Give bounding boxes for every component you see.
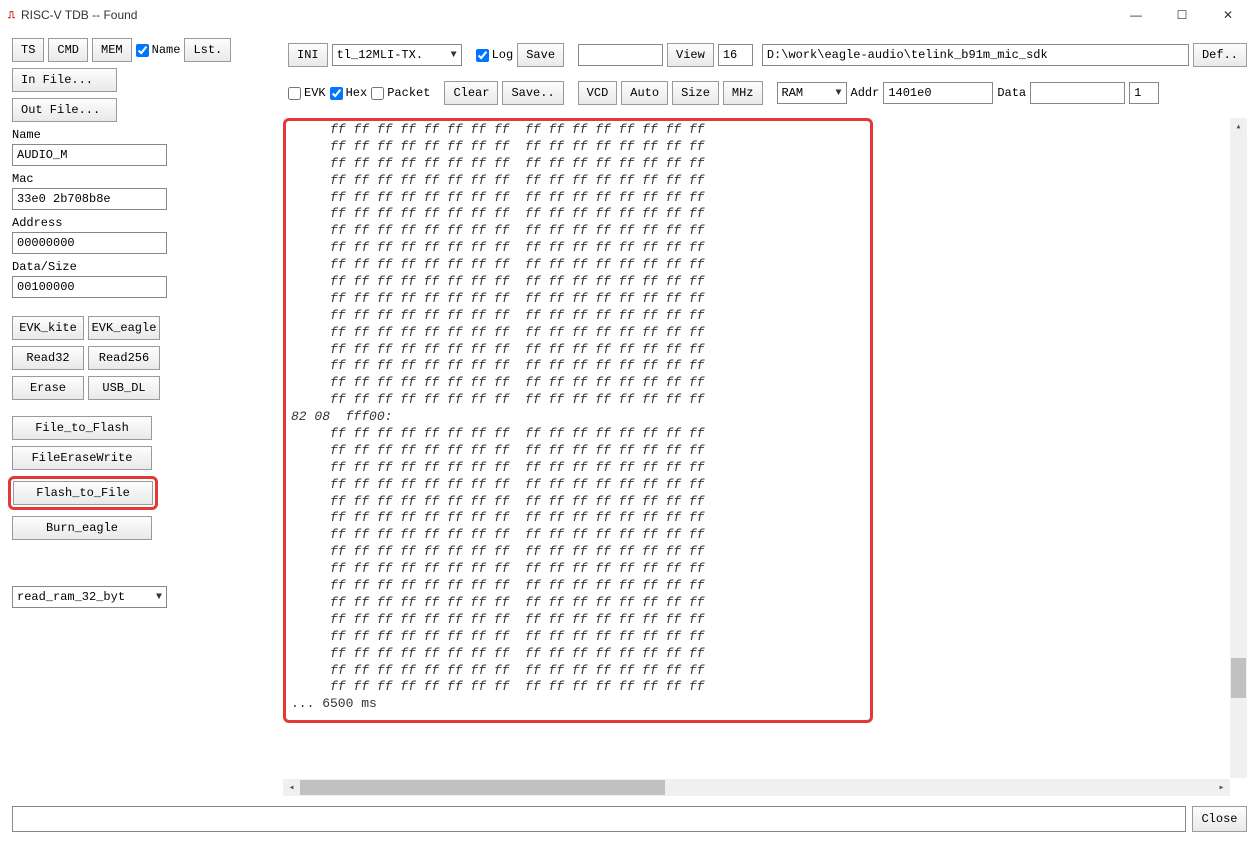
tl-select[interactable]: tl_12MLI-TX. ▼: [332, 44, 462, 66]
size-button[interactable]: Size: [672, 81, 719, 105]
evk-kite-button[interactable]: EVK_kite: [12, 316, 84, 340]
read32-button[interactable]: Read32: [12, 346, 84, 370]
save2-button[interactable]: Save..: [502, 81, 563, 105]
data-size-label: Data/Size: [12, 260, 277, 274]
data-label: Data: [997, 86, 1026, 100]
in-file-button[interactable]: In File...: [12, 68, 117, 92]
scroll-up-icon[interactable]: [1230, 118, 1247, 135]
hex-content: ff ff ff ff ff ff ff ff ff ff ff ff ff f…: [283, 118, 1247, 717]
packet-checkbox[interactable]: Packet: [371, 86, 430, 100]
close-button[interactable]: Close: [1192, 806, 1247, 832]
one-input[interactable]: [1129, 82, 1159, 104]
main-area: INI tl_12MLI-TX. ▼ Log Save View Def..: [283, 38, 1247, 796]
chevron-down-icon: ▼: [156, 592, 162, 603]
erase-button[interactable]: Erase: [12, 376, 84, 400]
burn-eagle-button[interactable]: Burn_eagle: [12, 516, 152, 540]
evk-eagle-button[interactable]: EVK_eagle: [88, 316, 160, 340]
cmd-button[interactable]: CMD: [48, 38, 88, 62]
evk-checkbox[interactable]: EVK: [288, 86, 326, 100]
view-value-input[interactable]: [718, 44, 753, 66]
lst-button[interactable]: Lst.: [184, 38, 231, 62]
maximize-button[interactable]: ☐: [1159, 0, 1205, 30]
ts-button[interactable]: TS: [12, 38, 44, 62]
log-checkbox[interactable]: Log: [476, 48, 514, 62]
chevron-down-icon: ▼: [451, 50, 457, 61]
address-input[interactable]: [12, 232, 167, 254]
ram-select[interactable]: RAM ▼: [777, 82, 847, 104]
ini-button[interactable]: INI: [288, 43, 328, 67]
path-input[interactable]: [762, 44, 1189, 66]
mac-input[interactable]: [12, 188, 167, 210]
read-ram-select[interactable]: read_ram_32_byt ▼: [12, 586, 167, 608]
mem-button[interactable]: MEM: [92, 38, 132, 62]
address-label: Address: [12, 216, 277, 230]
app-icon: ⎍: [8, 10, 15, 21]
hex-view: ff ff ff ff ff ff ff ff ff ff ff ff ff f…: [283, 118, 1247, 796]
usb-dl-button[interactable]: USB_DL: [88, 376, 160, 400]
horizontal-scrollbar[interactable]: ◂ ▸: [283, 779, 1230, 796]
bottom-bar: Close: [0, 800, 1259, 842]
file-erase-write-button[interactable]: FileEraseWrite: [12, 446, 152, 470]
addr-input[interactable]: [883, 82, 993, 104]
auto-button[interactable]: Auto: [621, 81, 668, 105]
data-input[interactable]: [1030, 82, 1125, 104]
scroll-thumb-h[interactable]: [300, 780, 665, 795]
name-label: Name: [12, 128, 277, 142]
data-size-input[interactable]: [12, 276, 167, 298]
mac-label: Mac: [12, 172, 277, 186]
minimize-button[interactable]: —: [1113, 0, 1159, 30]
window-title: RISC-V TDB -- Found: [21, 8, 137, 22]
name-checkbox[interactable]: Name: [136, 43, 181, 57]
scroll-thumb-v[interactable]: [1231, 658, 1246, 698]
hex-checkbox[interactable]: Hex: [330, 86, 368, 100]
scroll-left-icon[interactable]: ◂: [283, 779, 300, 796]
view-input-blank[interactable]: [578, 44, 663, 66]
close-window-button[interactable]: ✕: [1205, 0, 1251, 30]
scroll-right-icon[interactable]: ▸: [1213, 779, 1230, 796]
save-button[interactable]: Save: [517, 43, 564, 67]
sidebar: TS CMD MEM Name Lst. In File... Out File…: [12, 38, 277, 796]
titlebar: ⎍ RISC-V TDB -- Found — ☐ ✕: [0, 0, 1259, 30]
def-button[interactable]: Def..: [1193, 43, 1247, 67]
name-input[interactable]: [12, 144, 167, 166]
vertical-scrollbar[interactable]: [1230, 118, 1247, 778]
read256-button[interactable]: Read256: [88, 346, 160, 370]
addr-label: Addr: [851, 86, 880, 100]
out-file-button[interactable]: Out File...: [12, 98, 117, 122]
file-to-flash-button[interactable]: File_to_Flash: [12, 416, 152, 440]
command-input[interactable]: [12, 806, 1186, 832]
mhz-button[interactable]: MHz: [723, 81, 763, 105]
chevron-down-icon: ▼: [836, 88, 842, 99]
flash-to-file-button[interactable]: Flash_to_File: [13, 481, 153, 505]
view-button[interactable]: View: [667, 43, 714, 67]
vcd-button[interactable]: VCD: [578, 81, 618, 105]
clear-button[interactable]: Clear: [444, 81, 498, 105]
